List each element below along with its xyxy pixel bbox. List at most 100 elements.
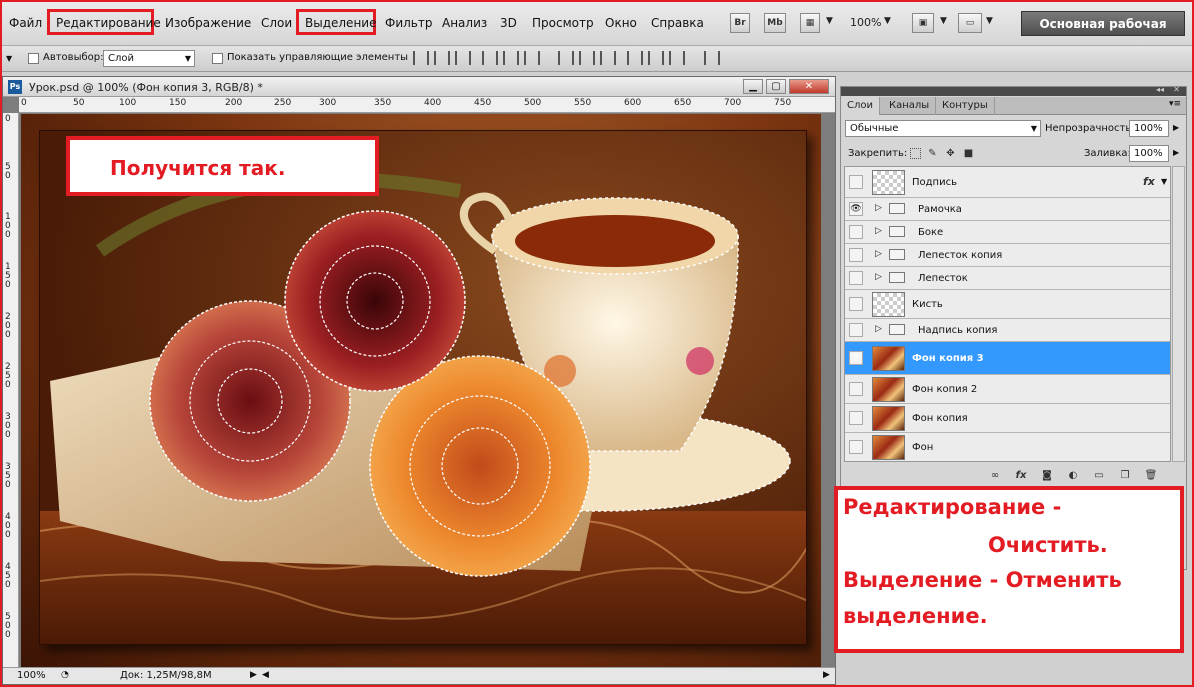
- distribute-vcenter-icon[interactable]: [579, 51, 595, 65]
- blend-mode-select[interactable]: Обычные ▼: [845, 120, 1041, 137]
- menu-edit[interactable]: Редактирование: [56, 16, 161, 30]
- menu-3d[interactable]: 3D: [500, 16, 517, 30]
- menu-window[interactable]: Окно: [605, 16, 637, 30]
- status-zoom[interactable]: 100%: [17, 670, 46, 681]
- trash-icon[interactable]: 🗑: [1143, 470, 1159, 484]
- fill-input[interactable]: 100%: [1129, 145, 1169, 162]
- document-canvas[interactable]: [21, 114, 821, 667]
- layer-row-nadpis-kopiya[interactable]: ▷ Надпись копия: [845, 319, 1170, 342]
- visibility-toggle[interactable]: [849, 382, 863, 396]
- close-panel-icon[interactable]: ✕: [1173, 85, 1180, 94]
- align-vcenter-icon[interactable]: [434, 51, 450, 65]
- visibility-toggle[interactable]: [849, 248, 863, 262]
- lock-all-icon[interactable]: ■: [963, 148, 974, 159]
- visibility-toggle[interactable]: [849, 271, 863, 285]
- lock-position-icon[interactable]: ✥: [945, 148, 956, 159]
- menu-select[interactable]: Выделение: [305, 16, 376, 30]
- view-extras-icon[interactable]: ▦: [800, 13, 820, 33]
- tab-layers[interactable]: Слои: [841, 97, 880, 115]
- expand-group-icon[interactable]: ▷: [875, 226, 882, 236]
- align-hcenter-icon[interactable]: [503, 51, 519, 65]
- adjustment-layer-icon[interactable]: ◐: [1065, 470, 1081, 484]
- new-layer-icon[interactable]: ❐: [1117, 470, 1133, 484]
- visibility-toggle[interactable]: [849, 225, 863, 239]
- distribute-right-icon[interactable]: [669, 51, 685, 65]
- mini-bridge-button[interactable]: Mb: [764, 13, 786, 33]
- status-info-icon[interactable]: ◔: [61, 670, 69, 680]
- status-menu-arrow-icon[interactable]: ▶: [250, 670, 257, 680]
- close-icon[interactable]: ✕: [789, 79, 829, 94]
- workspace-button[interactable]: Основная рабочая среда: [1021, 11, 1185, 56]
- align-right-icon[interactable]: [524, 51, 540, 65]
- expand-group-icon[interactable]: ▷: [875, 324, 882, 334]
- lock-pixels-icon[interactable]: ✎: [927, 148, 938, 159]
- menu-filter[interactable]: Фильтр: [385, 16, 432, 30]
- visibility-toggle[interactable]: [849, 175, 863, 189]
- expand-group-icon[interactable]: ▷: [875, 272, 882, 282]
- fx-icon[interactable]: fx: [1143, 175, 1155, 188]
- opacity-input[interactable]: 100%: [1129, 120, 1169, 137]
- distribute-top-icon[interactable]: [558, 51, 574, 65]
- tab-channels[interactable]: Каналы: [883, 97, 937, 115]
- fill-arrow-icon[interactable]: ▶: [1173, 148, 1179, 157]
- show-controls-checkbox[interactable]: [212, 53, 223, 64]
- maximize-icon[interactable]: ▢: [766, 79, 786, 94]
- autoselect-select[interactable]: Слой ▼: [103, 50, 195, 67]
- visibility-toggle[interactable]: [849, 323, 863, 337]
- distribute-hcenter-icon[interactable]: [648, 51, 664, 65]
- layer-row-lepestok[interactable]: ▷ Лепесток: [845, 267, 1170, 290]
- menu-analysis[interactable]: Анализ: [442, 16, 487, 30]
- layer-row-podpis[interactable]: Подпись fx ▼: [845, 167, 1170, 198]
- eye-icon[interactable]: 👁: [849, 202, 863, 216]
- lock-transparency-icon[interactable]: [910, 148, 921, 159]
- visibility-toggle[interactable]: [849, 297, 863, 311]
- expand-group-icon[interactable]: ▷: [875, 249, 882, 259]
- panel-menu-icon[interactable]: ▾≡: [1169, 99, 1181, 109]
- scroll-right-icon[interactable]: ▶: [823, 670, 830, 680]
- menu-layers[interactable]: Слои: [261, 16, 292, 30]
- layer-row-fon-kopiya-3[interactable]: 👁 Фон копия 3: [845, 342, 1170, 375]
- document-title-bar[interactable]: Ps Урок.psd @ 100% (Фон копия 3, RGB/8) …: [3, 77, 835, 97]
- visibility-toggle[interactable]: [849, 411, 863, 425]
- layer-row-lepestok-kopiya[interactable]: ▷ Лепесток копия: [845, 244, 1170, 267]
- tool-preset-icon[interactable]: ▼: [6, 54, 12, 63]
- dropdown-arrow-icon[interactable]: ▼: [826, 16, 833, 26]
- screen-mode-icon[interactable]: ▭: [958, 13, 982, 33]
- zoom-level[interactable]: 100%: [850, 16, 881, 29]
- menu-file[interactable]: Файл: [9, 16, 42, 30]
- menu-view[interactable]: Просмотр: [532, 16, 594, 30]
- bridge-button[interactable]: Br: [730, 13, 750, 33]
- collapse-icon[interactable]: ◂◂: [1156, 85, 1164, 94]
- add-mask-icon[interactable]: ◙: [1039, 470, 1055, 484]
- menu-help[interactable]: Справка: [651, 16, 704, 30]
- screen-mode-dropdown-icon[interactable]: ▼: [986, 16, 993, 26]
- visibility-toggle[interactable]: [849, 440, 863, 454]
- expand-group-icon[interactable]: ▷: [875, 203, 882, 213]
- layers-scrollbar[interactable]: [1172, 166, 1185, 462]
- tab-paths[interactable]: Контуры: [936, 97, 995, 115]
- layer-row-kist[interactable]: Кисть: [845, 290, 1170, 319]
- arrange-documents-icon[interactable]: ▣: [912, 13, 934, 33]
- minimize-icon[interactable]: ▁: [743, 79, 763, 94]
- layer-row-fon-kopiya-2[interactable]: Фон копия 2: [845, 375, 1170, 404]
- link-layers-icon[interactable]: ∞: [987, 470, 1003, 484]
- layer-row-ramochka[interactable]: 👁 ▷ Рамочка: [845, 198, 1170, 221]
- distribute-bottom-icon[interactable]: [600, 51, 616, 65]
- menu-image[interactable]: Изображение: [165, 16, 251, 30]
- opacity-arrow-icon[interactable]: ▶: [1173, 123, 1179, 132]
- scroll-left-icon[interactable]: ◀: [262, 670, 269, 680]
- layer-row-fon-kopiya[interactable]: Фон копия: [845, 404, 1170, 433]
- fx-expand-icon[interactable]: ▼: [1161, 177, 1167, 186]
- align-bottom-icon[interactable]: [455, 51, 471, 65]
- add-style-icon[interactable]: fx: [1013, 470, 1029, 484]
- distribute-left-icon[interactable]: [627, 51, 643, 65]
- zoom-dropdown-icon[interactable]: ▼: [884, 16, 891, 26]
- layer-row-boke[interactable]: ▷ Боке: [845, 221, 1170, 244]
- align-left-icon[interactable]: [482, 51, 498, 65]
- autoselect-checkbox[interactable]: [28, 53, 39, 64]
- arrange-dropdown-icon[interactable]: ▼: [940, 16, 947, 26]
- layer-row-fon[interactable]: Фон: [845, 433, 1170, 461]
- eye-icon[interactable]: 👁: [849, 351, 863, 365]
- auto-align-icon[interactable]: [704, 51, 720, 65]
- align-top-icon[interactable]: [413, 51, 429, 65]
